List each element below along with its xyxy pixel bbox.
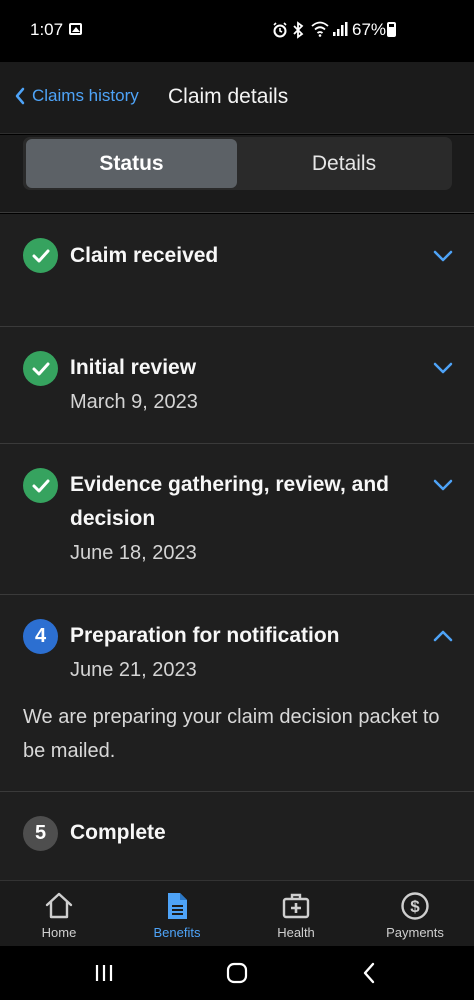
wifi-icon (311, 21, 329, 37)
step-title: Claim received (70, 244, 219, 267)
step-initial-review[interactable]: Initial review March 9, 2023 (0, 327, 474, 444)
bottom-navigation: Home Benefits Health $ Payments (0, 880, 474, 946)
gallery-notification-icon (69, 23, 82, 35)
system-navigation-bar (0, 946, 474, 1000)
chevron-left-icon (15, 87, 25, 105)
status-time: 1:07 (30, 20, 64, 39)
step-number-badge: 5 (23, 816, 58, 851)
step-title: Initial review (70, 356, 197, 379)
app-header: Claims history Claim details (0, 62, 474, 134)
step-date: March 9, 2023 (70, 391, 198, 413)
chevron-down-icon[interactable] (432, 249, 454, 263)
page-title: Claim details (168, 85, 289, 108)
svg-text:$: $ (410, 897, 420, 916)
dollar-circle-icon: $ (401, 892, 429, 920)
check-circle-icon (23, 468, 58, 503)
chevron-down-icon[interactable] (432, 478, 454, 492)
tab-status[interactable]: Status (26, 139, 237, 188)
signal-icon (333, 22, 348, 36)
nav-label: Benefits (153, 925, 201, 940)
chevron-up-icon[interactable] (432, 629, 454, 643)
step-number-badge: 4 (23, 619, 58, 654)
bluetooth-icon (293, 21, 304, 39)
nav-benefits[interactable]: Benefits (118, 881, 236, 947)
battery-icon (387, 22, 396, 37)
battery-percent: 67% (352, 20, 387, 39)
nav-label: Payments (386, 925, 444, 940)
back-arrow-icon[interactable] (358, 961, 382, 985)
step-description: We are preparing your claim decision pac… (23, 706, 440, 762)
document-icon (168, 893, 187, 919)
alarm-icon (273, 22, 287, 38)
step-preparation-for-notification[interactable]: 4 Preparation for notification June 21, … (0, 595, 474, 792)
step-title: Complete (70, 821, 166, 844)
back-label: Claims history (32, 86, 139, 105)
step-date: June 21, 2023 (70, 659, 197, 681)
home-button-icon[interactable] (225, 961, 249, 985)
step-date: June 18, 2023 (70, 542, 197, 564)
check-circle-icon (23, 238, 58, 273)
nav-label: Home (41, 925, 77, 940)
nav-payments[interactable]: $ Payments (356, 881, 474, 947)
tab-bar: Status Details (0, 135, 474, 213)
chevron-down-icon[interactable] (432, 361, 454, 375)
step-complete: 5 Complete (0, 792, 474, 880)
status-bar: 1:07 67% (0, 0, 474, 62)
step-title: Preparation for notification (70, 624, 340, 647)
step-claim-received[interactable]: Claim received (0, 214, 474, 327)
medical-kit-icon (282, 893, 310, 919)
nav-label: Health (277, 925, 315, 940)
recent-apps-icon[interactable] (92, 961, 116, 985)
check-circle-icon (23, 351, 58, 386)
claim-status-list: Claim received Initial review March 9, 2… (0, 214, 474, 880)
tab-details[interactable]: Details (239, 139, 449, 188)
home-icon (45, 892, 73, 919)
nav-home[interactable]: Home (0, 881, 118, 947)
nav-health[interactable]: Health (237, 881, 355, 947)
segmented-control: Status Details (23, 137, 452, 190)
step-title: Evidence gathering, review, and decision (70, 473, 389, 530)
step-evidence-gathering[interactable]: Evidence gathering, review, and decision… (0, 444, 474, 595)
back-button[interactable]: Claims history (14, 86, 139, 106)
